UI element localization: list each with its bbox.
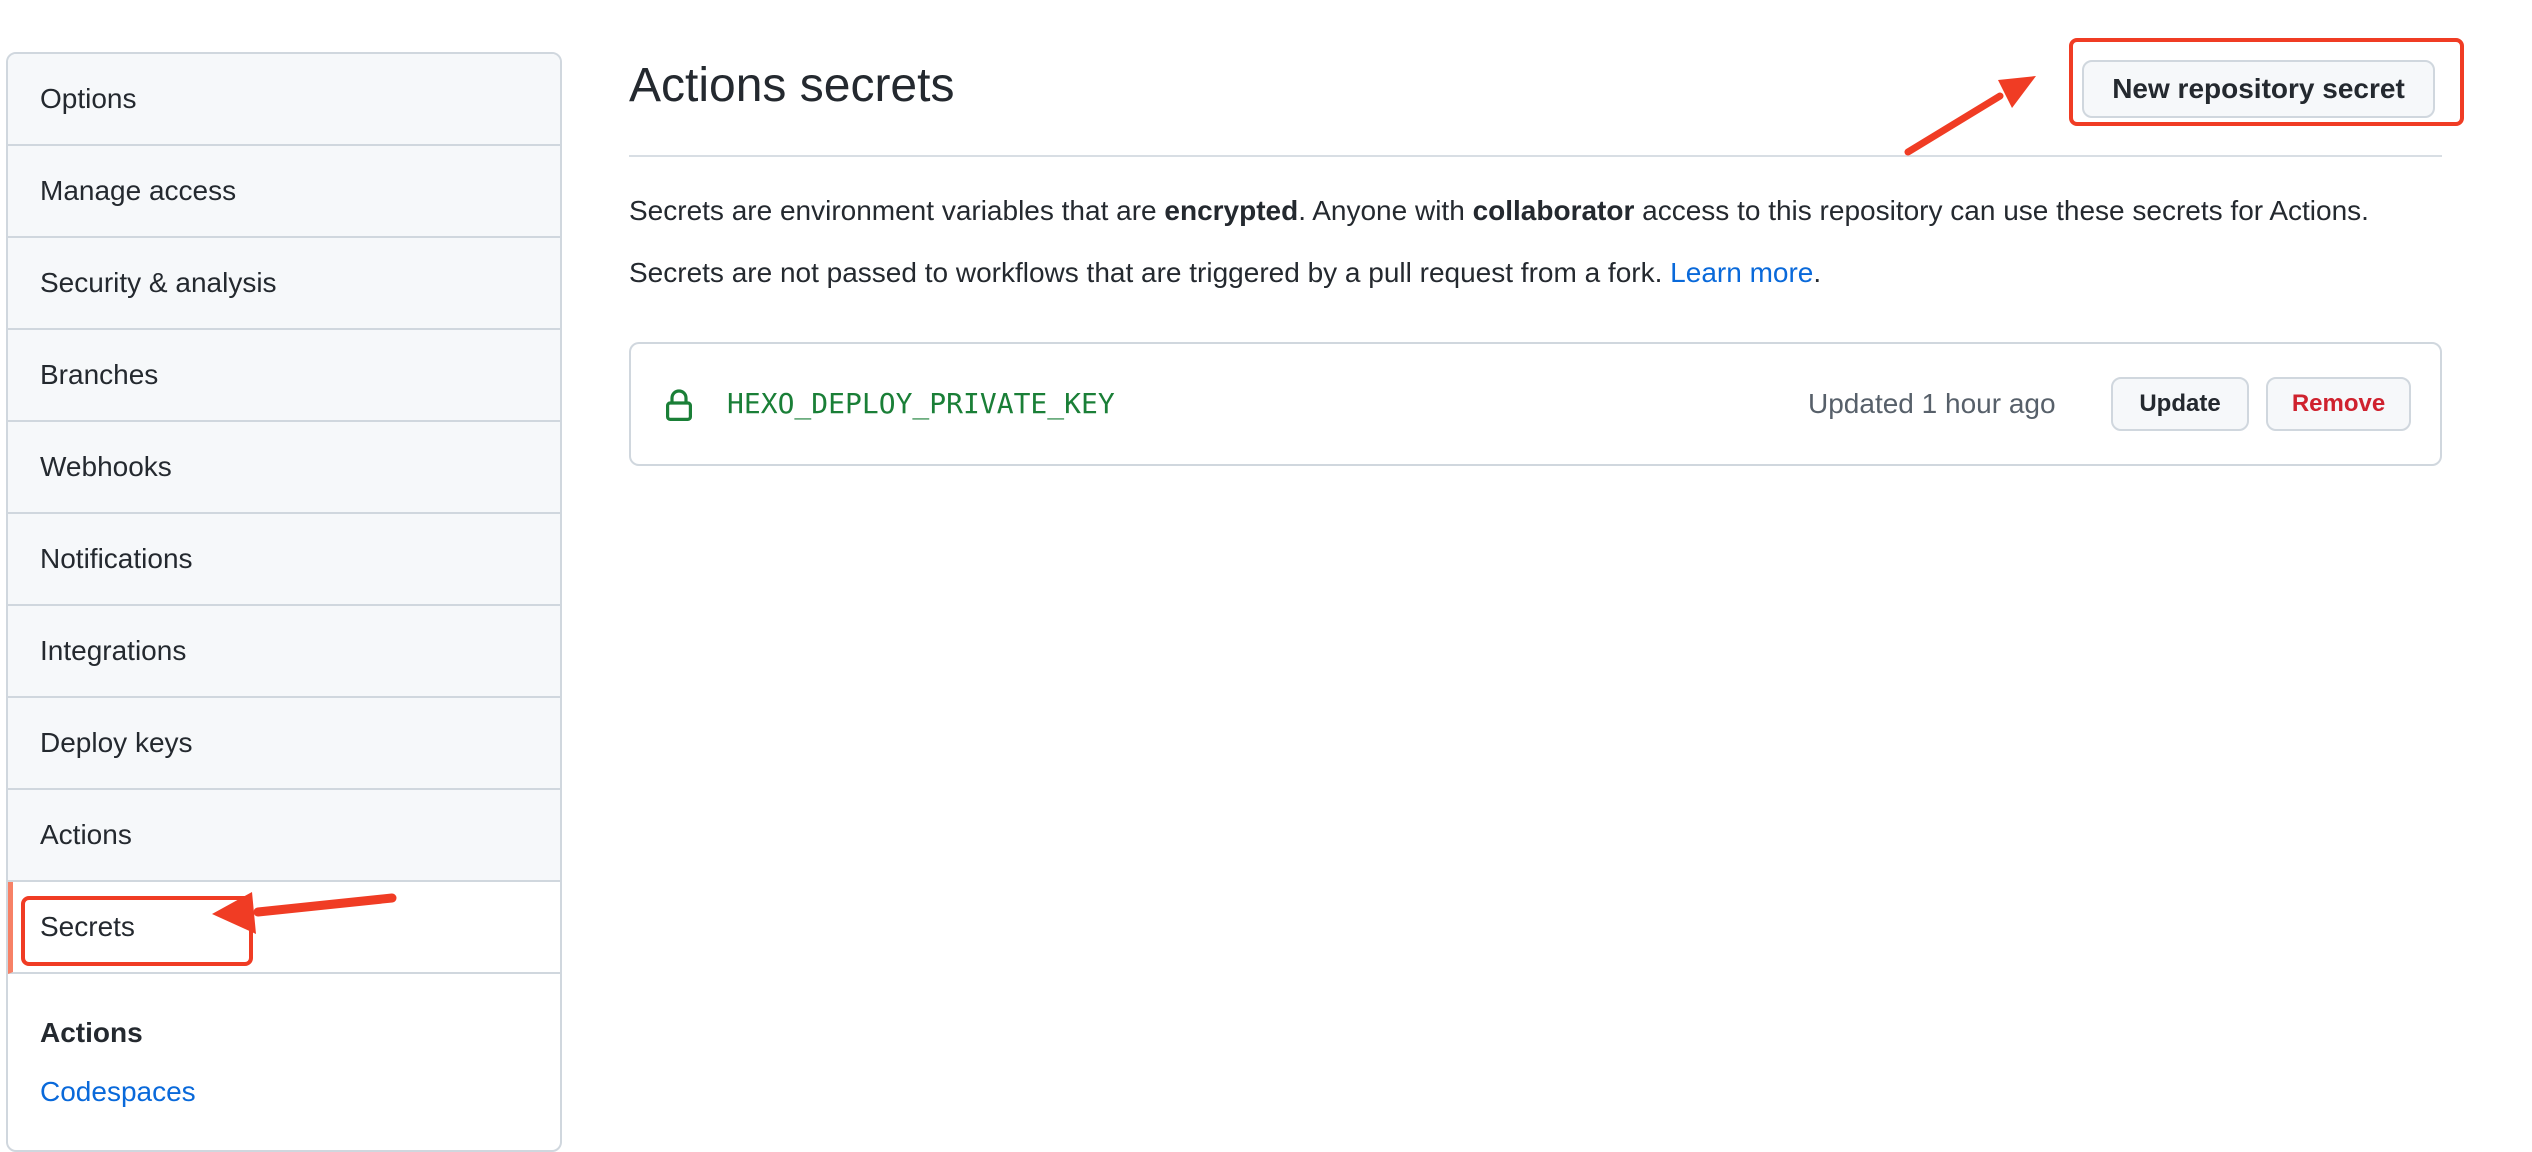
secret-name: HEXO_DEPLOY_PRIVATE_KEY <box>727 387 1115 420</box>
learn-more-link[interactable]: Learn more <box>1670 257 1813 288</box>
description-text-2: . Anyone with <box>1298 195 1473 226</box>
annotation-box-secrets <box>21 896 253 966</box>
secrets-description: Secrets are environment variables that a… <box>629 195 2369 227</box>
sidebar-item-options[interactable]: Options <box>8 54 560 146</box>
sidebar-item-deploy-keys[interactable]: Deploy keys <box>8 698 560 790</box>
description-bold-encrypted: encrypted <box>1164 195 1299 226</box>
description-text-1: Secrets are environment variables that a… <box>629 195 1165 226</box>
sidebar-item-webhooks[interactable]: Webhooks <box>8 422 560 514</box>
title-divider <box>629 155 2442 157</box>
page-title: Actions secrets <box>629 59 955 112</box>
sidebar-link-codespaces[interactable]: Codespaces <box>40 1076 196 1108</box>
sidebar-item-integrations[interactable]: Integrations <box>8 606 560 698</box>
secret-row: HEXO_DEPLOY_PRIVATE_KEY Updated 1 hour a… <box>629 342 2442 466</box>
sidebar-item-security-analysis[interactable]: Security & analysis <box>8 238 560 330</box>
annotation-arrow-new-secret <box>1904 76 2036 156</box>
secret-updated-time: Updated 1 hour ago <box>1808 388 2056 419</box>
settings-sidebar: Options Manage access Security & analysi… <box>6 52 562 1152</box>
fork-note: Secrets are not passed to workflows that… <box>629 257 1821 289</box>
description-text-3: access to this repository can use these … <box>1634 195 2369 226</box>
sidebar-item-notifications[interactable]: Notifications <box>8 514 560 606</box>
sidebar-section-heading: Actions <box>40 1017 143 1048</box>
fork-note-end: . <box>1813 257 1822 288</box>
annotation-box-new-secret <box>2069 38 2464 126</box>
fork-note-text: Secrets are not passed to workflows that… <box>629 257 1671 288</box>
description-bold-collaborator: collaborator <box>1472 195 1635 226</box>
lock-icon <box>665 389 692 421</box>
sidebar-item-actions[interactable]: Actions <box>8 790 560 882</box>
update-secret-button[interactable]: Update <box>2111 377 2249 431</box>
remove-secret-button[interactable]: Remove <box>2266 377 2411 431</box>
sidebar-item-manage-access[interactable]: Manage access <box>8 146 560 238</box>
sidebar-item-branches[interactable]: Branches <box>8 330 560 422</box>
